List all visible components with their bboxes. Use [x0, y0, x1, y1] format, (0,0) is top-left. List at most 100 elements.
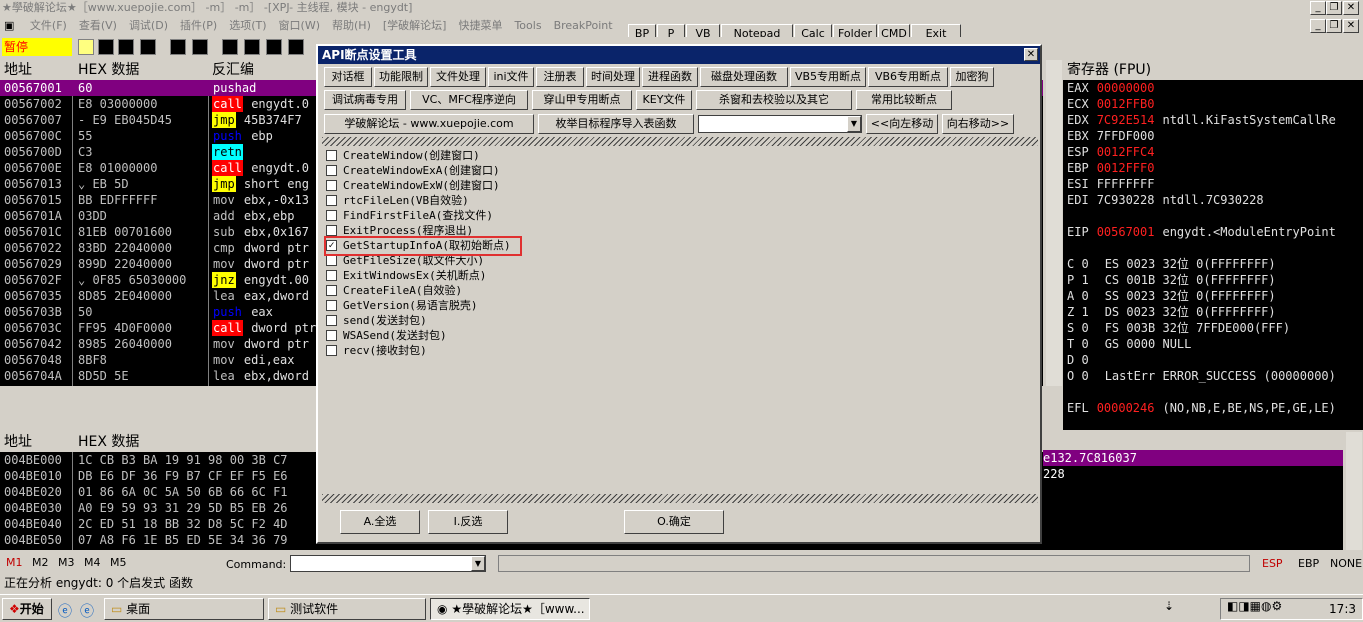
task-test-software[interactable]: ▭ 测试软件 [268, 598, 426, 620]
close-icon[interactable]: ✕ [1343, 1, 1359, 15]
menu-help[interactable]: 帮助(H) [332, 19, 371, 32]
api-checkbox-item[interactable]: CreateWindowExA(创建窗口) [326, 163, 1026, 178]
checkbox[interactable] [326, 209, 337, 221]
tab-row1-item[interactable]: 功能限制 [374, 67, 428, 87]
tab-row2-item[interactable]: VC、MFC程序逆向 [410, 90, 528, 110]
tab-row1-item[interactable]: 加密狗 [950, 67, 994, 87]
tab-row1-item[interactable]: 注册表 [536, 67, 584, 87]
register-line[interactable]: A 0 SS 0023 32位 0(FFFFFFFF) [1063, 288, 1363, 304]
ok-button[interactable]: O.确定 [624, 510, 724, 534]
tab-row1-item[interactable]: 文件处理 [430, 67, 486, 87]
checkbox[interactable] [326, 269, 337, 281]
ie-icon[interactable]: ⓔ [58, 601, 72, 621]
register-line[interactable]: ECX 0012FFB0 [1063, 96, 1363, 112]
register-line[interactable]: Z 1 DS 0023 32位 0(FFFFFFFF) [1063, 304, 1363, 320]
tab-m4[interactable]: M4 [84, 556, 101, 569]
tab-row1-item[interactable]: 进程函数 [642, 67, 698, 87]
menu-window[interactable]: 窗口(W) [279, 19, 320, 32]
api-checkbox-item[interactable]: recv(接收封包) [326, 343, 1026, 358]
checkbox[interactable] [326, 329, 337, 341]
register-line[interactable]: C 0 ES 0023 32位 0(FFFFFFFF) [1063, 256, 1363, 272]
checkbox[interactable] [326, 344, 337, 356]
register-line[interactable]: EIP 00567001 engydt.<ModuleEntryPoint [1063, 224, 1363, 240]
move-right-button[interactable]: 向右移动>> [942, 114, 1014, 134]
checkbox[interactable] [326, 314, 337, 326]
menu-view[interactable]: 查看(V) [79, 19, 117, 32]
menu-plugins[interactable]: 插件(P) [180, 19, 217, 32]
close-program-icon[interactable] [140, 39, 156, 55]
command-input[interactable]: ▼ [290, 555, 486, 572]
api-checkbox-item[interactable]: CreateFileA(自效验) [326, 283, 1026, 298]
tab-row1-item[interactable]: VB6专用断点 [868, 67, 948, 87]
checkbox[interactable] [326, 254, 337, 266]
api-checkbox-item[interactable]: rtcFileLen(VB自效验) [326, 193, 1026, 208]
tab-row1-item[interactable]: VB5专用断点 [790, 67, 866, 87]
stack-scrollbar[interactable] [1346, 432, 1362, 550]
register-line[interactable]: ESI FFFFFFFF [1063, 176, 1363, 192]
tray-arrow-icon[interactable]: ⇣ [1164, 599, 1174, 613]
dialog-close-icon[interactable]: ✕ [1024, 48, 1038, 61]
menu-breakpoint[interactable]: BreakPoint [554, 19, 613, 32]
register-line[interactable]: EBP 0012FFF0 [1063, 160, 1363, 176]
tab-row1-item[interactable]: 时间处理 [586, 67, 640, 87]
import-table-button[interactable]: 枚举目标程序导入表函数 [538, 114, 694, 134]
restart-icon[interactable] [98, 39, 114, 55]
menu-forum[interactable]: [学破解论坛] [383, 19, 447, 32]
register-line[interactable]: P 1 CS 001B 32位 0(FFFFFFFF) [1063, 272, 1363, 288]
checkbox[interactable] [326, 299, 337, 311]
minimize-icon[interactable]: _ [1310, 1, 1326, 15]
task-debugger[interactable]: ◉ ★學破解论坛★［www... [430, 598, 590, 620]
invert-selection-button[interactable]: I.反选 [428, 510, 508, 534]
cpu-scrollbar[interactable] [1046, 60, 1062, 386]
open-icon[interactable] [78, 39, 94, 55]
tab-row1-item[interactable]: ini文件 [488, 67, 534, 87]
tab-row2-item[interactable]: 常用比较断点 [856, 90, 952, 110]
api-checkbox-item[interactable]: ExitWindowsEx(关机断点) [326, 268, 1026, 283]
register-line[interactable]: D 0 [1063, 352, 1363, 368]
register-line[interactable] [1063, 416, 1363, 430]
checkbox[interactable] [326, 284, 337, 296]
register-line[interactable]: EDX 7C92E514 ntdll.KiFastSystemCallRe [1063, 112, 1363, 128]
pause-icon[interactable] [192, 39, 208, 55]
register-line[interactable]: O 0 LastErr ERROR_SUCCESS (00000000) [1063, 368, 1363, 384]
api-checkbox-item[interactable]: GetVersion(易语言脱壳) [326, 298, 1026, 313]
stack-esp-toggle[interactable]: ESP [1262, 557, 1283, 570]
register-line[interactable] [1063, 240, 1363, 256]
move-left-button[interactable]: <<向左移动 [866, 114, 938, 134]
task-desktop[interactable]: ▭ 桌面 [104, 598, 264, 620]
restore-icon[interactable]: ❐ [1326, 1, 1342, 15]
checkbox[interactable] [326, 149, 337, 161]
register-line[interactable]: EDI 7C930228 ntdll.7C930228 [1063, 192, 1363, 208]
command-dropdown-icon[interactable]: ▼ [471, 556, 485, 571]
menu-shortcuts[interactable]: 快捷菜单 [458, 19, 502, 32]
chevron-down-icon[interactable]: ▼ [847, 116, 861, 132]
api-checkbox-item[interactable]: CreateWindowExW(创建窗口) [326, 178, 1026, 193]
tab-m1[interactable]: M1 [6, 556, 23, 569]
menu-file[interactable]: 文件(F) [30, 19, 67, 32]
tab-row2-item[interactable]: 杀窗和去校验以及其它 [696, 90, 852, 110]
register-line[interactable]: EAX 00000000 [1063, 80, 1363, 96]
tab-row1-item[interactable]: 磁盘处理函数 [700, 67, 788, 87]
mdi-close-icon[interactable]: ✕ [1343, 19, 1359, 33]
checkbox[interactable] [326, 164, 337, 176]
tab-m5[interactable]: M5 [110, 556, 127, 569]
register-line[interactable]: ESP 0012FFC4 [1063, 144, 1363, 160]
api-checkbox-item[interactable]: send(发送封包) [326, 313, 1026, 328]
start-button[interactable]: ❖开始 [2, 598, 52, 620]
ie-quick-icon[interactable]: ⓔ [80, 601, 94, 621]
trace-over-icon[interactable] [288, 39, 304, 55]
api-checkbox-item[interactable]: WSASend(发送封包) [326, 328, 1026, 343]
stack-pane[interactable]: e132.7C816037 228 [1043, 450, 1343, 550]
register-line[interactable]: S 0 FS 003B 32位 7FFDE000(FFF) [1063, 320, 1363, 336]
checkbox[interactable] [326, 224, 337, 236]
run-icon[interactable] [170, 39, 186, 55]
api-checkbox-item[interactable]: FindFirstFileA(查找文件) [326, 208, 1026, 223]
rewind-icon[interactable] [118, 39, 134, 55]
mdi-restore-icon[interactable]: ❐ [1326, 19, 1342, 33]
select-all-button[interactable]: A.全选 [340, 510, 420, 534]
trace-into-icon[interactable] [266, 39, 282, 55]
stack-ebp-toggle[interactable]: EBP [1298, 557, 1319, 570]
step-over-icon[interactable] [244, 39, 260, 55]
step-into-icon[interactable] [222, 39, 238, 55]
register-line[interactable]: EBX 7FFDF000 [1063, 128, 1363, 144]
